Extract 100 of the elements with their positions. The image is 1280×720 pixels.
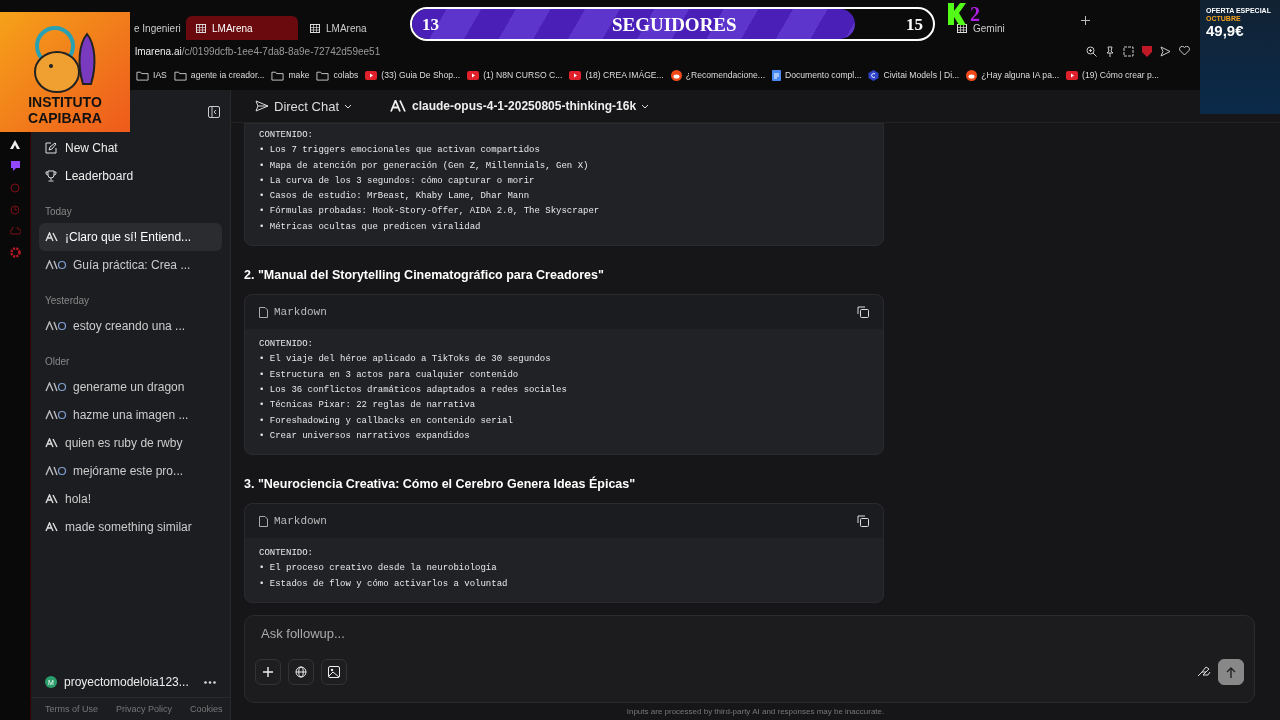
bookmark[interactable]: (19) Cómo crear p... bbox=[1066, 70, 1159, 80]
section-heading: 2. "Manual del Storytelling Cinematográfico para Creadores" bbox=[244, 268, 605, 283]
sidebar-toggle-icon[interactable] bbox=[208, 106, 220, 118]
chat-history-item[interactable]: made something similar bbox=[39, 513, 222, 541]
chat-history-item[interactable]: mejórame este pro... bbox=[39, 457, 222, 485]
chat-history-item[interactable]: generame un dragon bbox=[39, 373, 222, 401]
edit-icon bbox=[45, 142, 57, 154]
chat-history-item[interactable]: hola! bbox=[39, 485, 222, 513]
chat-history-item[interactable]: Guía práctica: Crea ... bbox=[39, 251, 222, 279]
footer-link[interactable]: Terms of Use bbox=[45, 704, 98, 714]
letter-c-icon bbox=[868, 69, 880, 81]
globe-icon bbox=[295, 666, 307, 678]
copy-icon[interactable] bbox=[857, 515, 869, 528]
message-field[interactable]: Ask followup... bbox=[244, 615, 1255, 703]
play-icon bbox=[467, 70, 480, 80]
bookmark[interactable]: ¿Recomendacione... bbox=[670, 69, 765, 81]
follower-count: 13 bbox=[422, 15, 439, 35]
code-text: CONTENIDO: • Los 7 triggers emocionales que activan compartidos • Mapa de atención por generación (Gen Z, Millennials, Gen X) • La curva de los 3 segundos: cómo capturar o morir • Casos de estudio: MrBeast, Khaby Lame, Dhar Mann • Fórmulas probadas: Hook-Story-Offer, AIDA 2.0, The Skyscraper • Métricas ocultas que predicen viralidad bbox=[258, 129, 601, 234]
file-icon bbox=[259, 515, 268, 527]
footer-link[interactable]: Cookies bbox=[190, 704, 223, 714]
image-icon bbox=[328, 666, 340, 678]
bookmark[interactable]: Civitai Models | Di... bbox=[868, 69, 960, 81]
bookmark[interactable]: (1) N8N CURSO C... bbox=[467, 70, 563, 80]
heart-icon[interactable] bbox=[1179, 45, 1190, 56]
disclaimer: Inputs are processed by third-party AI and responses may be inaccurate. bbox=[625, 706, 886, 718]
mode-dropdown[interactable]: Direct Chat bbox=[255, 98, 353, 114]
code-language: Markdown bbox=[274, 515, 327, 528]
model-dropdown[interactable]: claude-opus-4-1-20250805-thinking-16k bbox=[390, 99, 650, 113]
bookmark[interactable]: (18) CREA IMÁGE... bbox=[569, 70, 664, 80]
pin-icon[interactable] bbox=[1105, 45, 1115, 57]
image-button[interactable] bbox=[321, 659, 347, 685]
bookmark[interactable]: make bbox=[271, 69, 310, 81]
chevron-down-icon bbox=[641, 103, 650, 109]
section-label: Yesterday bbox=[44, 294, 91, 308]
sidebar-menu-item[interactable]: Leaderboard bbox=[31, 162, 230, 190]
provider-logos-icon bbox=[45, 382, 67, 392]
grid-icon bbox=[310, 23, 320, 33]
play-icon bbox=[1066, 70, 1079, 80]
trophy-icon bbox=[45, 170, 57, 182]
plus-icon[interactable] bbox=[1081, 15, 1090, 25]
bookmark[interactable]: Documento compl... bbox=[772, 69, 862, 81]
copy-icon[interactable] bbox=[857, 306, 869, 319]
chevron-down-icon bbox=[344, 103, 353, 109]
folder-icon bbox=[316, 69, 330, 81]
browser-tab[interactable]: LMArena bbox=[186, 16, 298, 40]
address-bar[interactable]: lmarena.ai/c/0199dcfb-1ee4-7da8-8a9e-72742d59ee51 bbox=[135, 45, 381, 57]
provider-logo-icon bbox=[45, 232, 59, 242]
section-label: Older bbox=[44, 355, 71, 369]
bookmark[interactable]: IAS bbox=[136, 69, 167, 81]
play-icon bbox=[365, 70, 378, 80]
folder-icon bbox=[173, 69, 187, 81]
plus-icon bbox=[263, 667, 273, 677]
provider-logos-icon bbox=[45, 466, 67, 476]
play-icon bbox=[569, 70, 582, 80]
chat-bubble-icon[interactable] bbox=[10, 161, 20, 171]
provider-logo-icon bbox=[390, 100, 408, 112]
chat-history-item[interactable]: estoy creando una ... bbox=[39, 312, 222, 340]
crop-icon[interactable] bbox=[1123, 45, 1134, 57]
send-icon bbox=[255, 100, 269, 112]
bookmark[interactable]: colabs bbox=[316, 69, 359, 81]
footer-link[interactable]: Privacy Policy bbox=[116, 704, 173, 714]
provider-logos-icon bbox=[45, 321, 67, 331]
more-icon[interactable] bbox=[204, 680, 216, 684]
chat-history-item[interactable]: ¡Claro que sí! Entiend... bbox=[39, 223, 222, 251]
send-button[interactable] bbox=[1218, 659, 1244, 685]
code-text: CONTENIDO: • El proceso creativo desde la neurobiología • Estados de flow y cómo activarlos a voluntad bbox=[258, 547, 509, 591]
section-label: Today bbox=[44, 205, 73, 219]
add-button[interactable] bbox=[255, 659, 281, 685]
bookmark[interactable]: (33) Guia De Shop... bbox=[365, 70, 461, 80]
logo-text: INSTITUTO CAPIBARA bbox=[28, 94, 102, 126]
file-icon bbox=[259, 306, 268, 318]
folder-icon bbox=[271, 69, 285, 81]
shield-icon[interactable] bbox=[1142, 45, 1152, 57]
provider-logos-icon bbox=[45, 260, 67, 270]
chat-history-item[interactable]: quien es ruby de rwby bbox=[39, 429, 222, 457]
ad-price: 49,9€ bbox=[1206, 22, 1245, 39]
send-icon[interactable] bbox=[1160, 45, 1171, 57]
arrow-up-icon bbox=[1226, 666, 1236, 678]
provider-logo-icon bbox=[45, 522, 59, 532]
web-search-button[interactable] bbox=[288, 659, 314, 685]
sidebar-menu-item[interactable]: New Chat bbox=[31, 134, 230, 162]
zoom-icon[interactable] bbox=[1086, 45, 1097, 57]
bookmark[interactable]: ¿Hay alguna IA pa... bbox=[966, 69, 1060, 81]
browser-tab[interactable]: LMArena bbox=[300, 16, 412, 40]
viewer-count: 2 bbox=[970, 3, 980, 25]
code-language: Markdown bbox=[274, 306, 327, 319]
bookmark[interactable]: agente ia creador... bbox=[173, 69, 265, 81]
chat-history-item[interactable]: hazme una imagen ... bbox=[39, 401, 222, 429]
section-heading: 3. "Neurociencia Creativa: Cómo el Cerebro Genera Ideas Épicas" bbox=[244, 477, 637, 492]
provider-logos-icon bbox=[45, 410, 67, 420]
follower-goal: 15 bbox=[906, 15, 923, 35]
code-text: CONTENIDO: • El viaje del héroe aplicado a TikToks de 30 segundos • Estructura en 3 actos para cualquier contenido • Los 36 conflictos dramáticos adaptados a redes sociales • Técnicas Pixar: 22 reglas de narrativa • Foreshadowing y callbacks en contenido serial • Crear universos narrativos expandidos bbox=[258, 338, 568, 443]
triangle-logo-icon[interactable] bbox=[10, 140, 20, 149]
user-name: proyectomodeloia123... bbox=[64, 675, 189, 689]
provider-logo-icon bbox=[45, 494, 59, 504]
letter-k-icon bbox=[948, 3, 966, 25]
browser-tab[interactable]: e Ingenieri bbox=[130, 16, 184, 40]
grid-icon bbox=[957, 23, 967, 33]
message-input[interactable]: Ask followup... bbox=[255, 616, 1244, 651]
settings-icon[interactable] bbox=[9, 247, 21, 258]
